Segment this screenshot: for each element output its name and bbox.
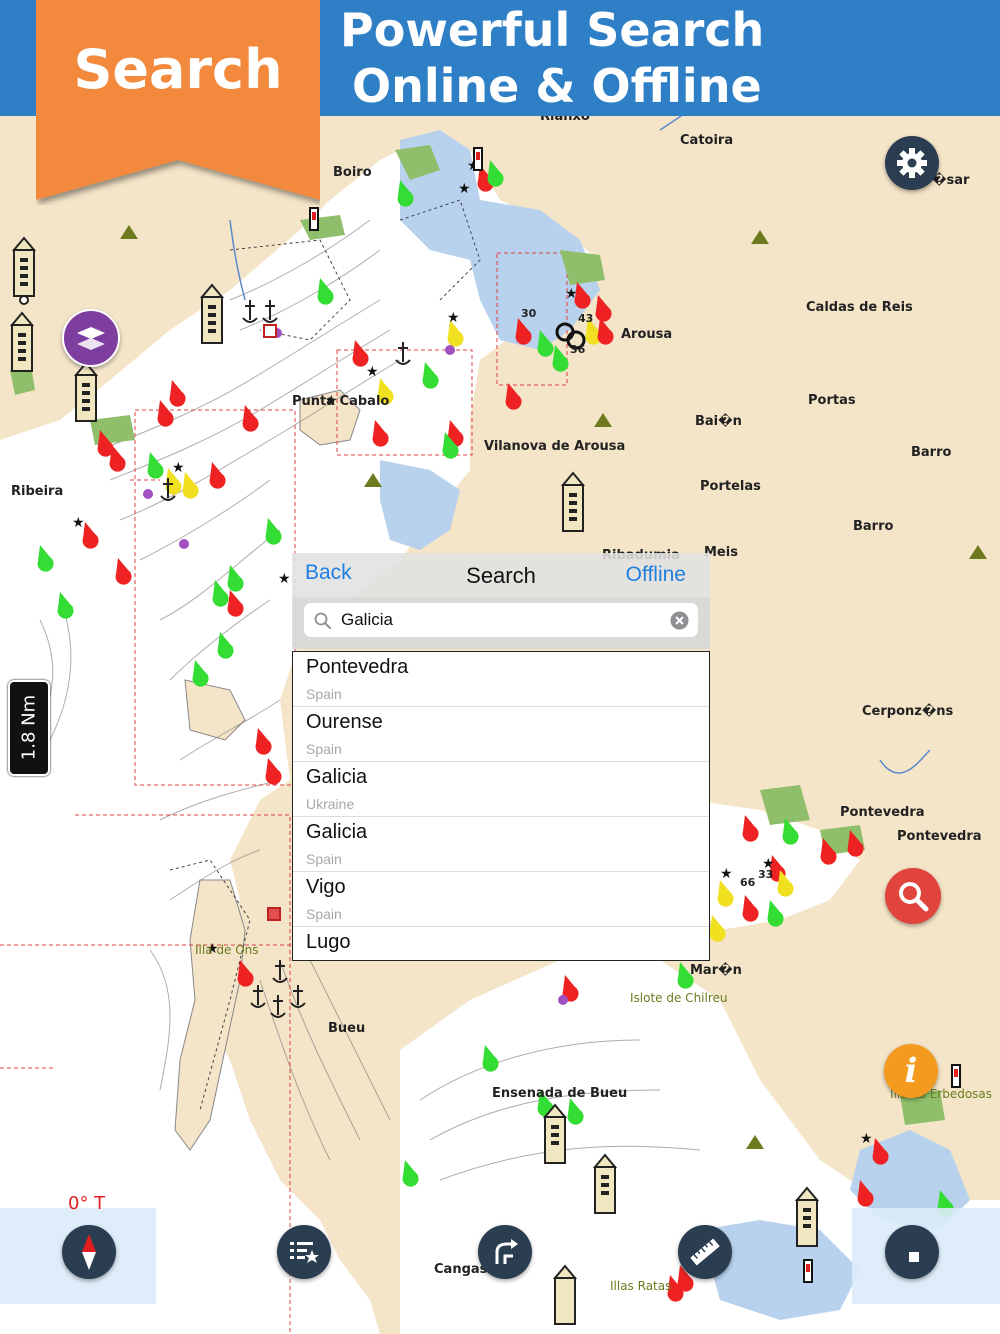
place-label: Pontevedra bbox=[897, 829, 982, 844]
search-result-item[interactable]: Pontevedra Spain bbox=[293, 652, 709, 707]
depth-sounding: 33 bbox=[758, 868, 774, 881]
place-label: Illas Ratas bbox=[610, 1279, 672, 1293]
search-result-item[interactable]: Galicia Ukraine bbox=[293, 762, 709, 817]
result-title: Lugo bbox=[306, 931, 351, 953]
heading-label: 0° T bbox=[68, 1193, 106, 1214]
svg-text:★: ★ bbox=[565, 286, 578, 302]
search-result-item[interactable]: Lugo bbox=[293, 927, 709, 960]
search-result-item[interactable]: Ourense Spain bbox=[293, 707, 709, 762]
depth-sounding: 66 bbox=[740, 876, 756, 889]
svg-text:★: ★ bbox=[860, 1131, 873, 1147]
search-input[interactable]: Galicia bbox=[304, 603, 698, 637]
result-title: Vigo bbox=[306, 876, 346, 898]
favorites-list-button[interactable] bbox=[277, 1225, 331, 1279]
list-star-icon bbox=[290, 1242, 319, 1263]
depth-sounding: 43 bbox=[578, 312, 594, 325]
search-query: Galicia bbox=[341, 610, 393, 629]
svg-text:★: ★ bbox=[72, 515, 85, 531]
layers-button[interactable] bbox=[62, 309, 120, 367]
info-icon: i bbox=[904, 1051, 918, 1091]
place-label: Catoira bbox=[680, 133, 734, 148]
scale-label: 1.8 Nm bbox=[18, 694, 40, 761]
place-label: Punta Cabalo bbox=[292, 394, 390, 409]
compass-icon bbox=[82, 1234, 96, 1270]
svg-text:★: ★ bbox=[458, 181, 471, 197]
layers-icon bbox=[77, 327, 105, 350]
result-subtitle: Spain bbox=[306, 686, 342, 702]
place-label: Arousa bbox=[621, 327, 673, 342]
settings-button[interactable] bbox=[885, 136, 939, 190]
result-title: Galicia bbox=[306, 821, 368, 843]
svg-text:★: ★ bbox=[720, 866, 733, 882]
ribbon-label: Search bbox=[73, 38, 283, 101]
place-label: Barro bbox=[853, 519, 894, 534]
result-subtitle: Ukraine bbox=[306, 796, 355, 812]
result-title: Pontevedra bbox=[306, 656, 409, 678]
banner-headline: Powerful Search Online & Offline bbox=[340, 2, 980, 114]
place-label: Pontevedra bbox=[840, 805, 925, 820]
place-label: Barro bbox=[911, 445, 952, 460]
result-subtitle: Spain bbox=[306, 741, 342, 757]
route-button[interactable] bbox=[478, 1225, 532, 1279]
info-button[interactable]: i bbox=[884, 1044, 938, 1098]
place-label: Boiro bbox=[333, 165, 372, 180]
place-label: �sar bbox=[932, 173, 970, 188]
depth-sounding: 30 bbox=[521, 307, 537, 320]
place-label: Caldas de Reis bbox=[806, 300, 913, 315]
search-icon bbox=[314, 612, 331, 629]
search-result-item[interactable]: Vigo Spain bbox=[293, 872, 709, 927]
search-header: Back Search Offline bbox=[292, 553, 710, 597]
place-label: Ribeira bbox=[11, 484, 64, 499]
place-label: Cangas bbox=[434, 1262, 488, 1277]
svg-text:★: ★ bbox=[172, 460, 185, 476]
place-label: Bai�n bbox=[695, 414, 742, 429]
stop-track-button[interactable] bbox=[885, 1225, 939, 1279]
measure-button[interactable] bbox=[678, 1225, 732, 1279]
result-subtitle: Spain bbox=[306, 851, 342, 867]
place-label: Bueu bbox=[328, 1021, 366, 1036]
gear-icon bbox=[897, 148, 927, 178]
search-results-list: Pontevedra Spain Ourense Spain Galicia U… bbox=[292, 651, 710, 961]
svg-text:★: ★ bbox=[278, 571, 291, 587]
result-subtitle: Spain bbox=[306, 906, 342, 922]
place-label: Cerponz�ns bbox=[862, 704, 954, 719]
search-bar: Galicia bbox=[292, 597, 710, 649]
clear-icon[interactable] bbox=[670, 611, 689, 630]
stop-icon bbox=[909, 1252, 919, 1262]
place-label: Mar�n bbox=[690, 963, 742, 978]
search-ribbon bbox=[36, 0, 320, 200]
banner-headline-line: Online & Offline bbox=[352, 59, 762, 113]
map-search-button[interactable] bbox=[885, 868, 941, 924]
place-label: Ensenada de Bueu bbox=[492, 1086, 628, 1101]
offline-button[interactable]: Offline bbox=[626, 563, 686, 587]
svg-text:★: ★ bbox=[366, 364, 379, 380]
banner-headline-line: Powerful Search bbox=[340, 3, 765, 57]
magnifier-icon bbox=[899, 882, 929, 912]
compass-button[interactable] bbox=[62, 1225, 116, 1279]
place-label: Islote de Chilreu bbox=[630, 991, 728, 1005]
place-label: Vilanova de Arousa bbox=[484, 439, 626, 454]
search-panel: Back Search Offline Galicia Pontevedra S… bbox=[292, 553, 710, 961]
ruler-icon bbox=[690, 1238, 720, 1266]
place-label: Portas bbox=[808, 393, 856, 408]
depth-sounding: 36 bbox=[570, 343, 586, 356]
scale-indicator: 1.8 Nm bbox=[8, 680, 50, 776]
route-icon bbox=[495, 1239, 518, 1264]
result-title: Galicia bbox=[306, 766, 368, 788]
search-result-item[interactable]: Galicia Spain bbox=[293, 817, 709, 872]
place-label: Portelas bbox=[700, 479, 761, 494]
svg-text:★: ★ bbox=[447, 310, 460, 326]
result-title: Ourense bbox=[306, 711, 383, 733]
place-label: Illa de Ons bbox=[195, 943, 259, 957]
